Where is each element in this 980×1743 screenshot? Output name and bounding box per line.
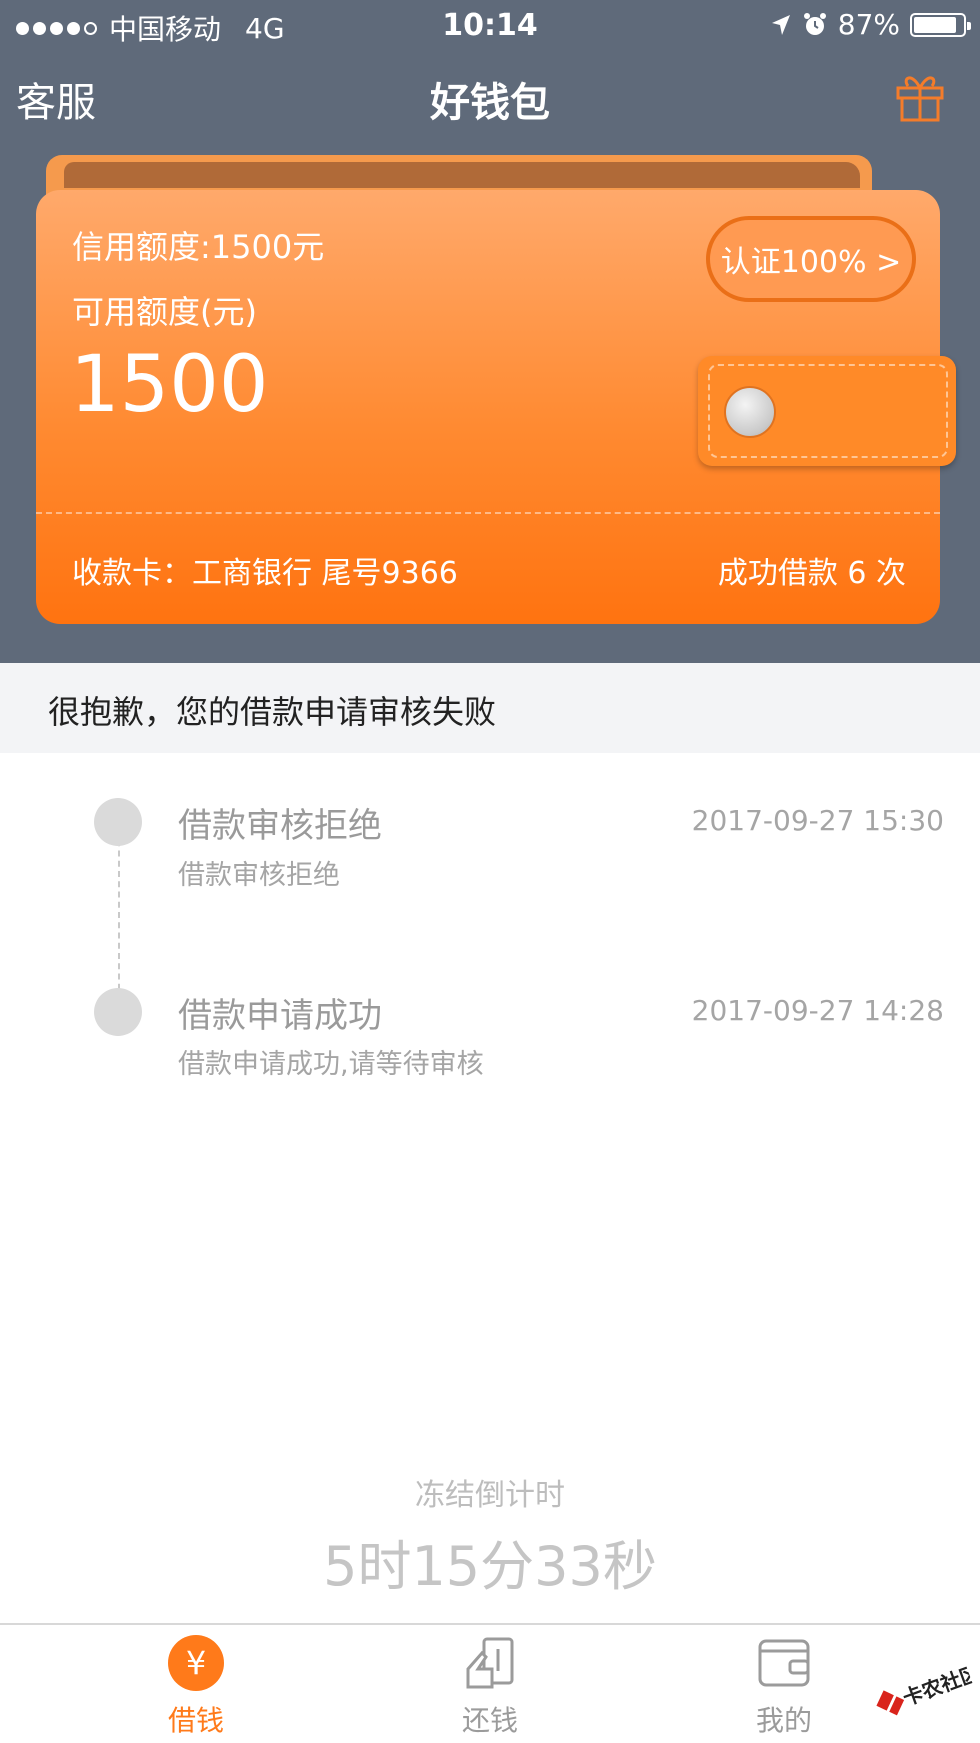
yen-icon: ¥	[168, 1635, 224, 1691]
battery-fill	[914, 16, 956, 33]
status-right: 87%	[770, 8, 971, 41]
timeline-title: 借款申请成功	[178, 996, 382, 1036]
notice-text: 很抱歉，您的借款申请审核失败	[48, 693, 497, 731]
tab-label: 我的	[755, 1704, 812, 1737]
timeline-connector	[118, 830, 120, 1000]
wallet-icon	[758, 1639, 810, 1687]
timeline-time: 2017-09-27 15:30	[691, 804, 944, 837]
tab-borrow[interactable]: ¥ 借钱	[126, 1635, 266, 1739]
timeline-time: 2017-09-27 14:28	[691, 994, 944, 1027]
timeline-subtitle: 借款申请成功,请等待审核	[178, 1049, 484, 1080]
tab-label: 还钱	[461, 1704, 518, 1737]
certification-button[interactable]: 认证100% >	[706, 216, 916, 302]
timeline-subtitle: 借款审核拒绝	[178, 860, 340, 891]
nav-bar: 客服 好钱包	[0, 60, 980, 140]
battery-icon	[910, 12, 971, 37]
loan-success-count: 成功借款 6 次	[717, 556, 906, 591]
bank-card-info: 收款卡：工商银行 尾号9366	[72, 556, 458, 591]
card-divider	[36, 512, 940, 514]
location-arrow-icon	[771, 14, 790, 35]
credit-limit: 信用额度:1500元	[72, 228, 325, 266]
page-title: 好钱包	[430, 80, 550, 126]
tab-mine[interactable]: 我的	[714, 1635, 854, 1739]
repay-icon	[466, 1637, 514, 1689]
clasp-button-icon	[724, 386, 776, 438]
available-label: 可用额度(元)	[72, 293, 257, 331]
wallet-inner-pocket	[64, 162, 860, 188]
wallet-clasp	[698, 356, 956, 466]
timeline-dot	[94, 988, 142, 1036]
countdown-value: 5时15分33秒	[323, 1535, 657, 1598]
timeline-title: 借款审核拒绝	[178, 806, 382, 846]
alarm-icon	[803, 12, 826, 35]
failure-notice: 很抱歉，您的借款申请审核失败	[0, 663, 980, 753]
battery-percent: 87%	[837, 8, 900, 41]
status-bar: 中国移动 4G 10:14 87%	[0, 0, 980, 50]
available-amount: 1500	[70, 340, 269, 430]
tab-repay[interactable]: 还钱	[420, 1635, 560, 1739]
header-area: 中国移动 4G 10:14 87% 客服 好钱包 信用额度:1500元 可用额度…	[0, 0, 980, 663]
timeline-dot	[94, 798, 142, 846]
tab-label: 借钱	[167, 1704, 224, 1737]
gift-icon[interactable]	[892, 68, 948, 124]
tab-bar: ¥ 借钱 还钱 我的	[0, 1623, 980, 1743]
countdown-label: 冻结倒计时	[415, 1478, 565, 1513]
